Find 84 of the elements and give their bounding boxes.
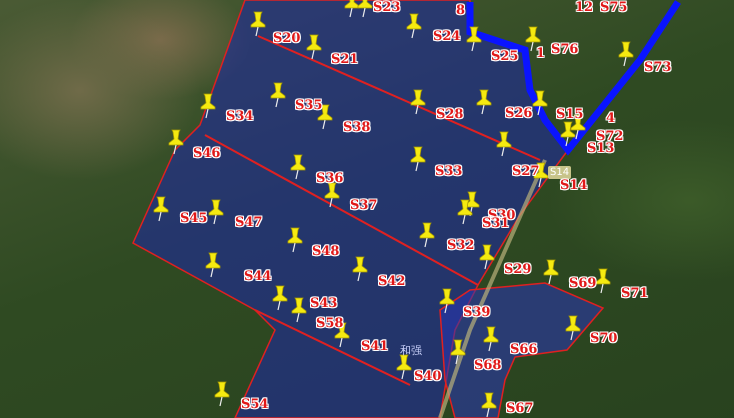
pushpin-icon[interactable]: [396, 354, 412, 380]
map-label: S26: [505, 106, 532, 122]
map-label: S71: [621, 286, 648, 302]
map-label: 8: [456, 3, 466, 19]
pushpin-icon[interactable]: [288, 228, 302, 252]
pushpin-icon[interactable]: [352, 256, 368, 282]
map-label: S54: [241, 397, 268, 413]
pushpin-icon[interactable]: [214, 382, 230, 406]
place-name: 和强: [400, 343, 422, 358]
map-label: S41: [361, 339, 388, 355]
pushpin-icon[interactable]: [358, 0, 372, 18]
pushpin-icon[interactable]: [272, 286, 288, 310]
map-label: S68: [474, 358, 502, 374]
map-label: S33: [435, 164, 462, 180]
pushpin-icon[interactable]: [206, 252, 220, 278]
map-label: S20: [273, 31, 300, 47]
map-label: S37: [350, 198, 378, 214]
pushpin-icon[interactable]: [560, 122, 576, 146]
pushpin-icon[interactable]: [482, 392, 496, 418]
map-label: S46: [193, 146, 220, 162]
map-label: S73: [644, 60, 672, 76]
pushpin-icon[interactable]: [484, 326, 498, 352]
map-label: S47: [235, 215, 262, 231]
map-label: S45: [180, 211, 208, 227]
map-label: S28: [436, 107, 464, 123]
map-label: S42: [378, 274, 406, 290]
pushpin-icon[interactable]: [250, 12, 266, 36]
map-label: S14: [560, 178, 588, 194]
pushpin-icon[interactable]: [466, 26, 482, 52]
pushpin-icon[interactable]: [618, 42, 634, 66]
pushpin-icon[interactable]: [458, 200, 472, 224]
pushpin-icon[interactable]: [420, 222, 434, 248]
pushpin-icon[interactable]: [596, 268, 610, 294]
map-label: S24: [433, 29, 460, 45]
map-label: S34: [226, 109, 254, 125]
pushpin-icon[interactable]: [154, 196, 168, 222]
map-label: S76: [551, 42, 578, 58]
pushpin-icon[interactable]: [476, 90, 492, 114]
pushpin-icon[interactable]: [480, 244, 494, 270]
pushpin-icon[interactable]: [292, 298, 306, 322]
pushpin-icon[interactable]: [344, 0, 360, 18]
pushpin-icon[interactable]: [306, 34, 322, 60]
pushpin-icon[interactable]: [450, 340, 466, 364]
map-label: 12: [575, 0, 594, 16]
pushpin-icon[interactable]: [544, 260, 558, 284]
map-label: S44: [244, 269, 272, 285]
map-label: S67: [506, 401, 534, 417]
pushpin-icon[interactable]: [410, 90, 426, 114]
map-label: S48: [312, 244, 340, 260]
map-label: S13: [587, 141, 614, 157]
pushpin-icon[interactable]: [532, 90, 548, 116]
map-label: S66: [510, 342, 538, 358]
map-label: S27: [512, 164, 540, 180]
map-label: 4: [606, 111, 616, 127]
pushpin-icon[interactable]: [200, 94, 216, 118]
map-label: S58: [316, 316, 344, 332]
map-label: S70: [590, 331, 618, 347]
map-label: S38: [343, 120, 370, 136]
map-label: S15: [556, 107, 584, 123]
pushpin-icon[interactable]: [464, 192, 480, 216]
pushpin-icon[interactable]: [168, 130, 184, 154]
map-label: S39: [463, 305, 490, 321]
pushpin-icon[interactable]: [290, 154, 306, 180]
pushpin-icon[interactable]: [208, 200, 224, 224]
map-label: S32: [447, 238, 474, 254]
map-label: S43: [310, 296, 338, 312]
map-label: S75: [600, 0, 628, 16]
map-label: 1: [536, 46, 546, 62]
map-label: S35: [295, 98, 322, 114]
pushpin-icon[interactable]: [406, 14, 422, 38]
map-label: S23: [373, 0, 400, 16]
pushpin-icon[interactable]: [324, 182, 340, 208]
map-label: S69: [569, 276, 596, 292]
map-label: S21: [331, 52, 358, 68]
pushpin-icon[interactable]: [496, 132, 512, 156]
pushpin-icon[interactable]: [410, 146, 426, 172]
road-shield: S14: [548, 166, 572, 179]
map-label: S36: [316, 171, 344, 187]
pushpin-icon[interactable]: [440, 288, 454, 314]
map-label: S40: [414, 369, 442, 385]
map-label: S25: [491, 49, 518, 65]
pushpin-icon[interactable]: [270, 82, 286, 108]
pushpin-icon[interactable]: [566, 316, 580, 340]
map-label: S29: [504, 262, 532, 278]
